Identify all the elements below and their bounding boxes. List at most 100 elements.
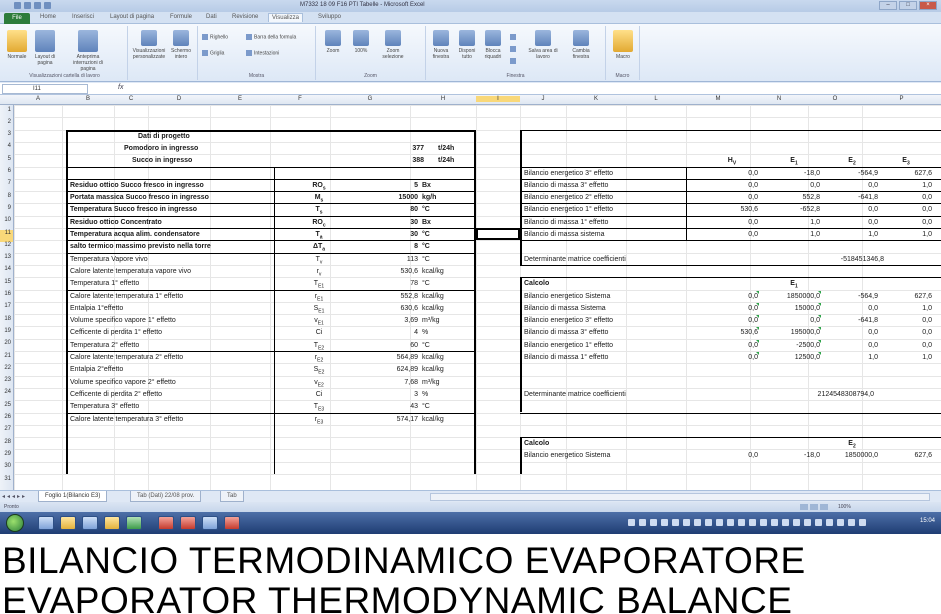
row-header-16[interactable]: 16: [0, 291, 13, 303]
normal-view-button[interactable]: Normale: [4, 30, 30, 60]
tray-icon[interactable]: [837, 519, 844, 526]
normal-view-icon[interactable]: [800, 504, 808, 510]
undo-icon[interactable]: [34, 2, 41, 9]
tray-icon[interactable]: [760, 519, 767, 526]
row-header-9[interactable]: 9: [0, 205, 13, 217]
tray-icon[interactable]: [639, 519, 646, 526]
app2-icon[interactable]: [202, 516, 218, 530]
tray-icon[interactable]: [848, 519, 855, 526]
column-header-c[interactable]: C: [114, 96, 148, 102]
tab-inserisci[interactable]: Inserisci: [72, 14, 94, 20]
column-header-p[interactable]: P: [862, 96, 941, 102]
row-header-26[interactable]: 26: [0, 414, 13, 426]
column-header-i[interactable]: I: [476, 96, 520, 102]
name-box[interactable]: I11: [2, 84, 88, 94]
column-header-e[interactable]: E: [210, 96, 270, 102]
row-header-17[interactable]: 17: [0, 303, 13, 315]
sheet-tab-1[interactable]: Foglio 1(Bilancio E3): [38, 491, 108, 502]
tab-layout-di-pagina[interactable]: Layout di pagina: [110, 14, 154, 20]
worksheet-grid[interactable]: Dati di progetto Pomodoro in ingresso 377 t…: [14, 105, 941, 490]
column-header-k[interactable]: K: [566, 96, 626, 102]
start-button[interactable]: [6, 514, 24, 532]
horizontal-scrollbar[interactable]: [430, 493, 930, 501]
app3-icon[interactable]: [224, 516, 240, 530]
full-screen-button[interactable]: Schermo intero: [168, 30, 194, 60]
minimize-button[interactable]: –: [879, 1, 897, 10]
tray-icon[interactable]: [672, 519, 679, 526]
zoom-level[interactable]: 100%: [838, 504, 851, 510]
fx-icon[interactable]: fx: [118, 84, 123, 91]
page-break-view-icon[interactable]: [820, 504, 828, 510]
tab-dati[interactable]: Dati: [206, 14, 217, 20]
row-header-4[interactable]: 4: [0, 143, 13, 155]
row-header-21[interactable]: 21: [0, 353, 13, 365]
column-header-n[interactable]: N: [750, 96, 808, 102]
headings-checkbox[interactable]: Intestazioni: [246, 50, 279, 56]
tray-icon[interactable]: [661, 519, 668, 526]
tray-icon[interactable]: [727, 519, 734, 526]
page-layout-button[interactable]: Layout di pagina: [32, 30, 58, 66]
app-icon[interactable]: [180, 516, 196, 530]
new-window-button[interactable]: Nuova finestra: [428, 30, 454, 60]
tray-icon[interactable]: [782, 519, 789, 526]
column-header-m[interactable]: M: [686, 96, 750, 102]
freeze-panes-button[interactable]: Blocca riquadri: [480, 30, 506, 60]
tab-revisione[interactable]: Revisione: [232, 14, 258, 20]
column-header-f[interactable]: F: [270, 96, 330, 102]
row-header-10[interactable]: 10: [0, 217, 13, 229]
save-icon[interactable]: [24, 2, 31, 9]
row-header-7[interactable]: 7: [0, 180, 13, 192]
row-header-30[interactable]: 30: [0, 463, 13, 475]
tray-icon[interactable]: [815, 519, 822, 526]
formula-bar-checkbox[interactable]: Barra della formula: [246, 34, 296, 40]
row-header-6[interactable]: 6: [0, 168, 13, 180]
tray-icon[interactable]: [793, 519, 800, 526]
row-header-11[interactable]: 11: [0, 229, 13, 242]
explorer-icon[interactable]: [38, 516, 54, 530]
maximize-button[interactable]: □: [899, 1, 917, 10]
gridlines-checkbox[interactable]: Griglia: [202, 50, 224, 56]
sheet-tab-2[interactable]: Tab (Dati) 22/08 prov.: [130, 491, 202, 502]
row-header-25[interactable]: 25: [0, 402, 13, 414]
unhide-icon[interactable]: [510, 58, 518, 64]
pdf-icon[interactable]: [158, 516, 174, 530]
tray-icon[interactable]: [628, 519, 635, 526]
column-header-j[interactable]: J: [520, 96, 566, 102]
row-header-5[interactable]: 5: [0, 156, 13, 168]
column-header-d[interactable]: D: [148, 96, 210, 102]
selected-cell[interactable]: [476, 228, 520, 241]
tray-icon[interactable]: [859, 519, 866, 526]
macros-button[interactable]: Macro: [610, 30, 636, 60]
tray-icon[interactable]: [650, 519, 657, 526]
tray-icon[interactable]: [749, 519, 756, 526]
tray-icon[interactable]: [716, 519, 723, 526]
tray-icon[interactable]: [738, 519, 745, 526]
row-header-24[interactable]: 24: [0, 389, 13, 401]
row-header-28[interactable]: 28: [0, 439, 13, 451]
hide-icon[interactable]: [510, 46, 518, 52]
ie-icon[interactable]: [82, 516, 98, 530]
layout-view-icon[interactable]: [810, 504, 818, 510]
row-header-29[interactable]: 29: [0, 451, 13, 463]
close-button[interactable]: ×: [919, 1, 937, 10]
page-break-preview-button[interactable]: Anteprima interruzioni di pagina: [68, 30, 108, 72]
row-header-3[interactable]: 3: [0, 131, 13, 143]
tray-icon[interactable]: [826, 519, 833, 526]
column-header-b[interactable]: B: [62, 96, 114, 102]
row-header-12[interactable]: 12: [0, 242, 13, 254]
folder-icon[interactable]: [60, 516, 76, 530]
zoom-100-button[interactable]: 100%: [348, 30, 374, 54]
excel-taskbar-icon[interactable]: [126, 516, 142, 530]
column-header-h[interactable]: H: [410, 96, 476, 102]
row-header-23[interactable]: 23: [0, 377, 13, 389]
column-header-o[interactable]: O: [808, 96, 862, 102]
row-header-27[interactable]: 27: [0, 426, 13, 438]
tray-icon[interactable]: [771, 519, 778, 526]
ruler-checkbox[interactable]: Righello: [202, 34, 228, 40]
column-header-g[interactable]: G: [330, 96, 410, 102]
column-header-l[interactable]: L: [626, 96, 686, 102]
row-header-22[interactable]: 22: [0, 365, 13, 377]
zoom-button[interactable]: Zoom: [320, 30, 346, 54]
tab-visualizza[interactable]: Visualizza: [268, 13, 303, 22]
tab-sviluppo[interactable]: Sviluppo: [318, 14, 341, 20]
